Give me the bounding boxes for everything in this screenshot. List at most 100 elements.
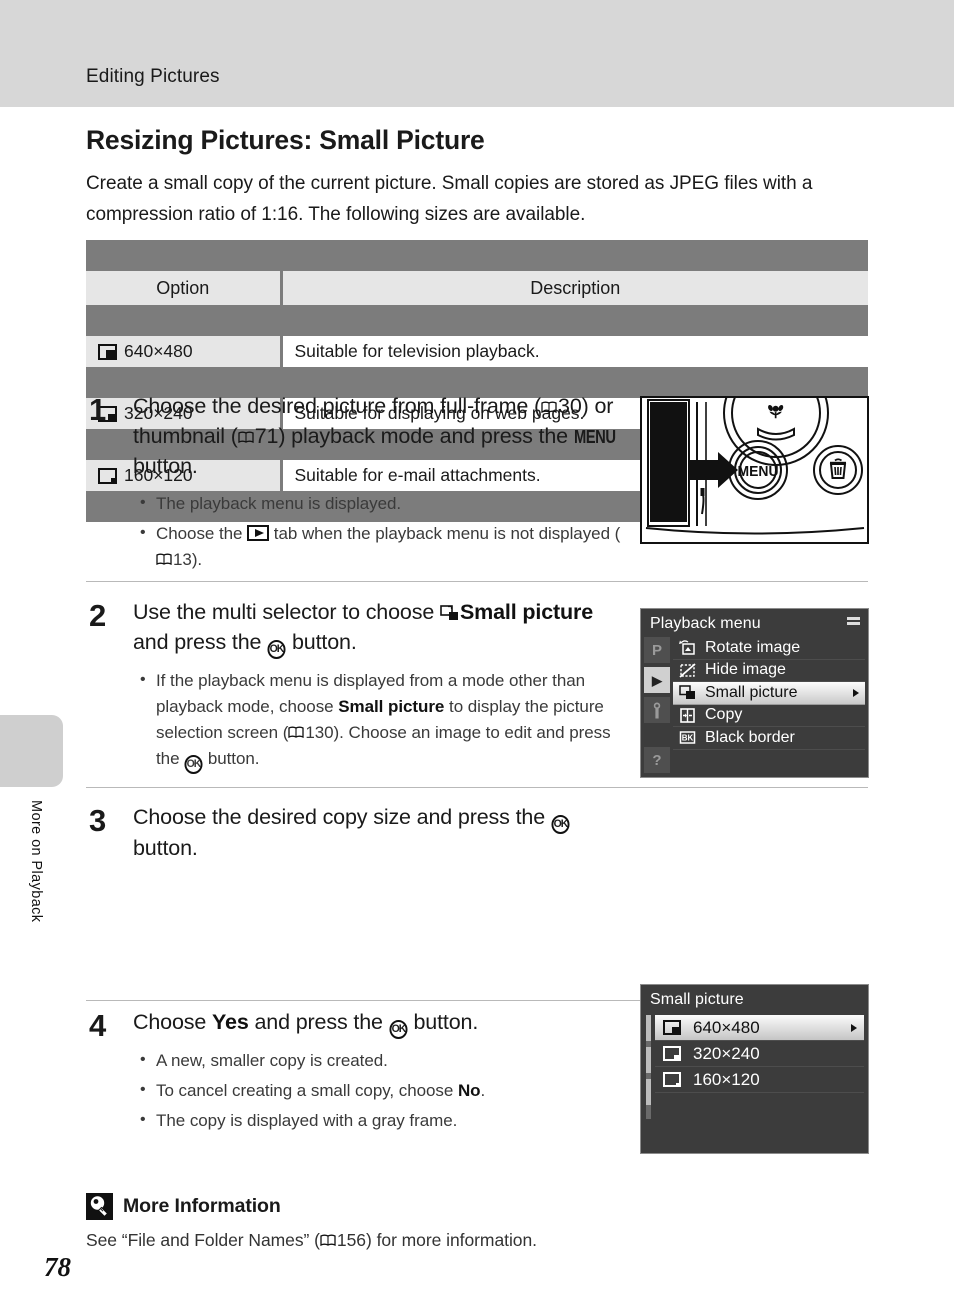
lightbulb-icon	[86, 1193, 113, 1220]
running-head: Editing Pictures	[86, 66, 220, 87]
page-ref: 130	[305, 722, 334, 742]
sidebar-item-help[interactable]: ?	[644, 747, 670, 773]
bullet-text: ).	[191, 549, 203, 569]
step-bold: Small picture	[459, 600, 594, 624]
step-text: ) playback mode and press the	[278, 423, 574, 448]
step-body: Choose the desired picture from full-fra…	[133, 392, 633, 577]
step-body: Use the multi selector to choose Small p…	[133, 598, 633, 778]
bullet-text: To cancel creating a small copy, choose	[156, 1081, 458, 1100]
table-header-description: Description	[281, 271, 868, 305]
step-text: button.	[286, 629, 357, 654]
size-option-label: 320×240	[693, 1043, 760, 1063]
size-icon-160	[663, 1072, 681, 1087]
size-option-160[interactable]: 160×120	[655, 1067, 864, 1093]
menu-item-empty	[673, 750, 865, 773]
bullet-text: .	[480, 1081, 486, 1100]
table-rule	[86, 305, 868, 336]
bullet-item: Choose the tab when the playback menu is…	[133, 520, 633, 573]
page-header-band	[0, 0, 954, 107]
sidebar-item-shooting[interactable]: P	[644, 637, 670, 663]
step-bullets: A new, smaller copy is created. To cance…	[133, 1047, 633, 1134]
step-text: Use the multi selector to choose	[133, 600, 440, 624]
small-picture-title: Small picture	[650, 991, 744, 1008]
bullet-bold: Small picture	[338, 696, 445, 716]
step-text: button.	[407, 1010, 479, 1034]
menu-button-glyph: MENU	[573, 426, 616, 447]
sidebar-item-setup[interactable]	[644, 697, 670, 723]
step-divider	[86, 581, 868, 582]
size-icon-640	[98, 343, 117, 360]
table-cell-option: 640×480	[86, 336, 283, 367]
small-picture-screen: Small picture 640×480 320×240 160×120	[640, 984, 869, 1154]
menu-item-copy[interactable]: Copy	[673, 705, 865, 727]
page-ref: 71	[254, 423, 279, 448]
menu-item-black-border[interactable]: BK Black border	[673, 727, 865, 750]
book-icon	[156, 553, 173, 566]
scrollbar[interactable]	[646, 1015, 651, 1119]
table-row: 640×480 Suitable for television playback…	[86, 336, 868, 367]
playback-tab-icon	[247, 524, 270, 541]
help-tab-glyph: ?	[652, 751, 662, 769]
step-bullets: The playback menu is displayed. Choose t…	[133, 490, 633, 573]
section-intro: Create a small copy of the current pictu…	[86, 173, 813, 225]
sidebar-item-playback[interactable]: ▶	[644, 667, 670, 693]
step-heading: Use the multi selector to choose Small p…	[133, 598, 633, 659]
section-title: Resizing Pictures: Small Picture	[86, 125, 485, 155]
menu-item-small-picture[interactable]: Small picture	[673, 682, 865, 705]
size-option-640[interactable]: 640×480	[655, 1015, 864, 1041]
menu-item-label: Copy	[705, 706, 743, 724]
step-divider	[86, 787, 868, 788]
playback-menu-items: Rotate image Hide image Small picture Co…	[673, 637, 865, 772]
chevron-right-icon	[853, 688, 859, 697]
table-header-option: Option	[86, 271, 283, 305]
ok-button-glyph: OK	[551, 815, 570, 834]
page-ref: 156	[336, 1230, 366, 1250]
bullet-item: If the playback menu is displayed from a…	[133, 667, 633, 774]
bullet-item: A new, smaller copy is created.	[133, 1047, 633, 1074]
size-option-320[interactable]: 320×240	[655, 1041, 864, 1067]
step-text: Choose	[133, 1010, 213, 1034]
step-text: button.	[133, 454, 198, 478]
page-ref: 30	[558, 394, 582, 418]
menu-item-hide-image[interactable]: Hide image	[673, 660, 865, 682]
bullet-text: button.	[203, 748, 260, 768]
step-bullets: If the playback menu is displayed from a…	[133, 667, 633, 774]
step-number: 1	[89, 392, 107, 427]
more-information-box: More Information See “File and Folder Na…	[86, 1193, 868, 1251]
hide-image-icon	[678, 662, 698, 679]
bullet-item: To cancel creating a small copy, choose …	[133, 1077, 633, 1104]
small-picture-icon	[440, 601, 460, 620]
step-bold: Yes	[212, 1010, 249, 1034]
step-heading: Choose the desired picture from full-fra…	[133, 392, 633, 482]
step-text: and press the	[133, 629, 268, 654]
ok-button-glyph: OK	[267, 639, 286, 659]
page-number: 78	[44, 1252, 71, 1282]
black-border-icon: BK	[678, 729, 698, 746]
step-text: Choose the desired copy size and press t…	[133, 805, 551, 829]
menu-item-label: Small picture	[705, 683, 798, 701]
bullet-text: tab when the playback menu is not displa…	[269, 523, 621, 543]
menu-item-label: Black border	[705, 728, 795, 746]
playback-tab-icon: ▶	[652, 672, 662, 688]
mi-text-pre: See “File and Folder Names” (	[86, 1230, 320, 1250]
svg-text:BK: BK	[682, 734, 694, 743]
menu-item-label: Rotate image	[705, 638, 801, 656]
size-option-label: 160×120	[693, 1069, 760, 1089]
shooting-tab-glyph: P	[651, 641, 662, 659]
bullet-item: The playback menu is displayed.	[133, 490, 633, 517]
step-text: Choose the desired picture from full-fra…	[133, 394, 542, 418]
step-number: 2	[89, 598, 107, 633]
svg-text:MENU: MENU	[737, 464, 778, 481]
step-number: 3	[89, 803, 107, 838]
menu-item-rotate-image[interactable]: Rotate image	[673, 637, 865, 660]
size-icon-640	[663, 1020, 681, 1035]
size-option-empty	[655, 1093, 864, 1119]
more-information-header: More Information	[86, 1193, 868, 1220]
size-icon-160	[98, 467, 117, 484]
option-label: 640×480	[124, 341, 193, 361]
wrench-icon	[653, 702, 661, 718]
battery-icon	[847, 617, 860, 625]
menu-tab-column: P ▶ ?	[644, 637, 670, 777]
ok-button-glyph: OK	[184, 754, 203, 774]
more-information-text: See “File and Folder Names” (156) for mo…	[86, 1230, 868, 1251]
